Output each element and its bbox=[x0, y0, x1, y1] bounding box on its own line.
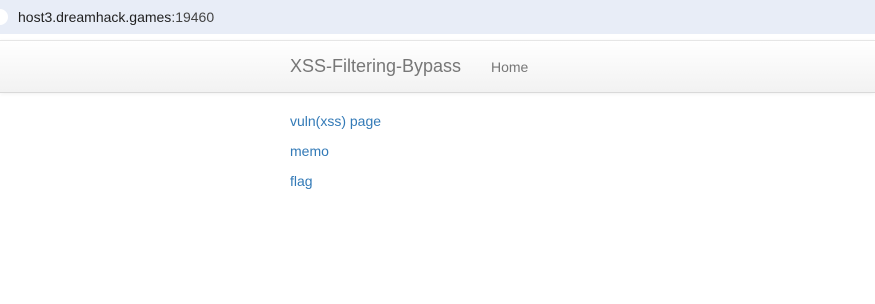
nav-home-link[interactable]: Home bbox=[491, 58, 528, 76]
link-vuln-page[interactable]: vuln(xss) page bbox=[290, 112, 381, 142]
navbar: XSS-Filtering-Bypass Home bbox=[0, 40, 875, 93]
page-links-list: vuln(xss) page memo flag bbox=[290, 112, 381, 202]
link-label: memo bbox=[290, 143, 329, 159]
browser-address-bar[interactable]: host3.dreamhack.games:19460 bbox=[0, 0, 875, 34]
link-label: flag bbox=[290, 173, 313, 189]
navbar-brand[interactable]: XSS-Filtering-Bypass bbox=[290, 55, 461, 77]
link-memo[interactable]: memo bbox=[290, 142, 381, 172]
url-host: host3.dreamhack.games bbox=[18, 9, 172, 25]
site-info-icon[interactable] bbox=[0, 9, 8, 25]
url-port: :19460 bbox=[171, 9, 215, 25]
link-label: vuln(xss) page bbox=[290, 113, 382, 129]
link-flag[interactable]: flag bbox=[290, 172, 381, 202]
url-text[interactable]: host3.dreamhack.games:19460 bbox=[18, 9, 214, 25]
